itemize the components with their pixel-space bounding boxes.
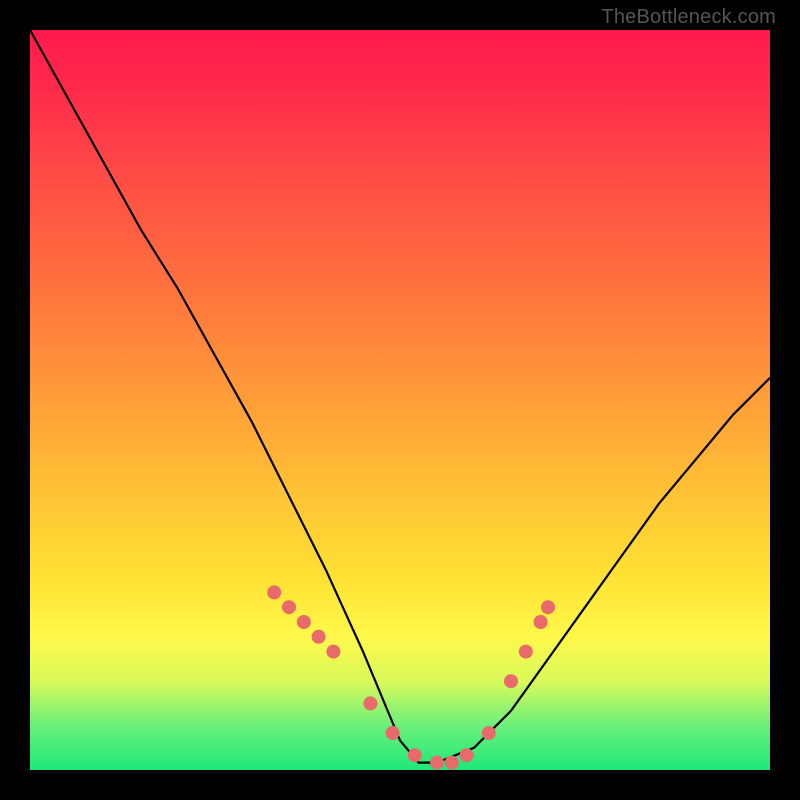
curve-dot xyxy=(326,645,340,659)
curve-dot xyxy=(445,756,459,770)
curve-dot xyxy=(386,726,400,740)
curve-dot xyxy=(504,674,518,688)
curve-dot xyxy=(482,726,496,740)
bottleneck-curve xyxy=(30,30,770,770)
curve-dot xyxy=(430,756,444,770)
curve-dot xyxy=(460,748,474,762)
curve-dot xyxy=(282,600,296,614)
curve-dots xyxy=(267,585,555,769)
chart-frame: TheBottleneck.com xyxy=(0,0,800,800)
curve-dot xyxy=(534,615,548,629)
curve-dot xyxy=(312,630,326,644)
curve-line xyxy=(30,30,770,763)
curve-dot xyxy=(267,585,281,599)
curve-dot xyxy=(541,600,555,614)
curve-dot xyxy=(363,696,377,710)
curve-dot xyxy=(297,615,311,629)
watermark-text: TheBottleneck.com xyxy=(601,6,776,29)
curve-dot xyxy=(408,748,422,762)
plot-area xyxy=(30,30,770,770)
curve-dot xyxy=(519,645,533,659)
